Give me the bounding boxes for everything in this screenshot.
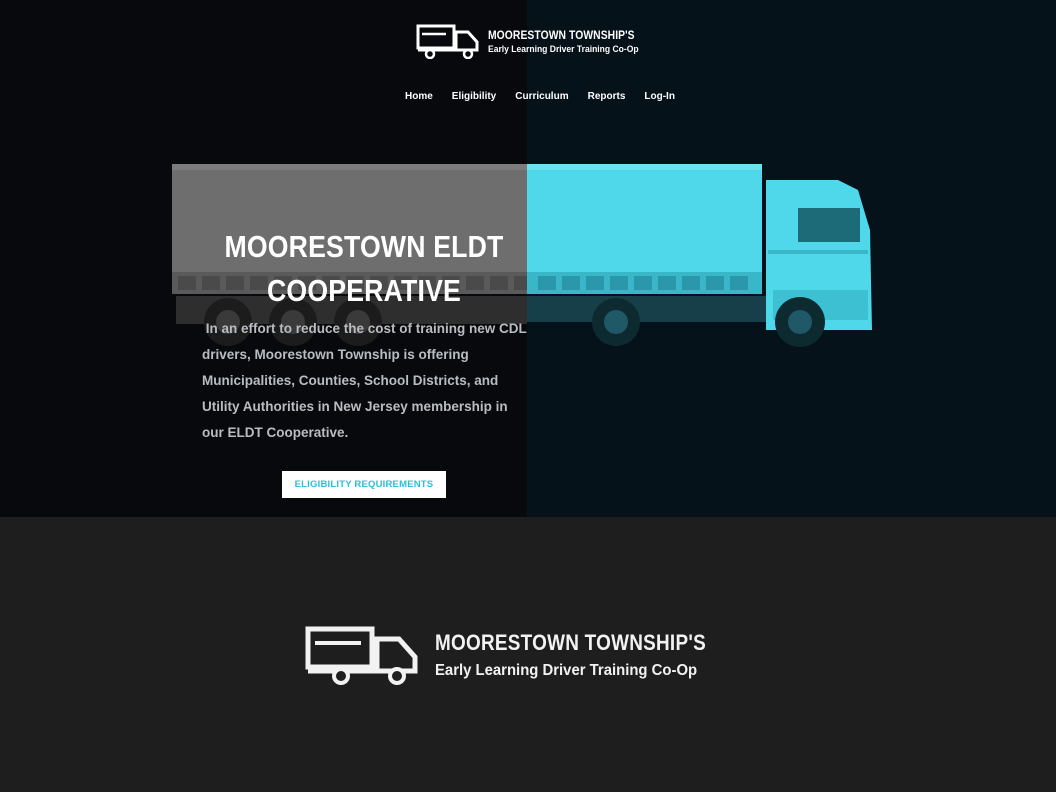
truck-icon: [305, 626, 418, 685]
hero-description: In an effort to reduce the cost of train…: [202, 321, 527, 440]
footer-brand-text: MOORESTOWN TOWNSHIP'S Early Learning Dri…: [435, 630, 750, 680]
nav-home[interactable]: Home: [405, 91, 433, 102]
brand-name: MOORESTOWN TOWNSHIP'S: [488, 27, 635, 42]
main-nav: Home Eligibility Curriculum Reports Log-…: [405, 91, 675, 102]
footer-section: MOORESTOWN TOWNSHIP'S Early Learning Dri…: [0, 517, 1056, 792]
brand-subtitle: Early Learning Driver Training Co-Op: [488, 43, 639, 55]
hero-section: MOORESTOWN TOWNSHIP'S Early Learning Dri…: [0, 0, 1056, 517]
nav-reports[interactable]: Reports: [588, 91, 626, 102]
footer-logo[interactable]: MOORESTOWN TOWNSHIP'S Early Learning Dri…: [305, 625, 750, 685]
nav-eligibility[interactable]: Eligibility: [452, 91, 496, 102]
nav-curriculum[interactable]: Curriculum: [515, 91, 568, 102]
hero-title: MOORESTOWN ELDT COOPERATIVE: [224, 229, 504, 308]
brand-text: MOORESTOWN TOWNSHIP'S Early Learning Dri…: [488, 28, 659, 55]
header-logo[interactable]: MOORESTOWN TOWNSHIP'S Early Learning Dri…: [416, 22, 659, 60]
eligibility-requirements-button[interactable]: ELIGIBILITY REQUIREMENTS: [282, 471, 446, 498]
footer-brand-subtitle: Early Learning Driver Training Co-Op: [435, 662, 698, 679]
footer-brand-name: MOORESTOWN TOWNSHIP'S: [435, 630, 706, 655]
truck-icon: [416, 24, 479, 59]
nav-log-in[interactable]: Log-In: [644, 91, 675, 102]
